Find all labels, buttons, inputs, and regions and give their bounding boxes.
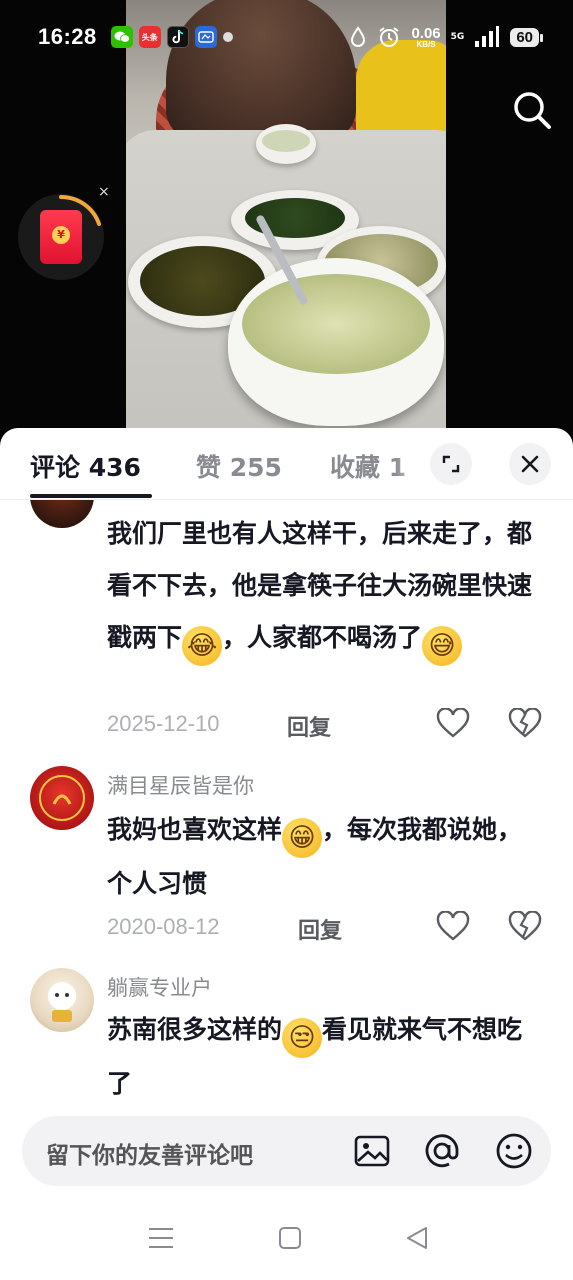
comment-date: 2020-08-12 bbox=[107, 914, 220, 939]
signal-icon bbox=[475, 26, 500, 47]
status-right: 0.06 KB/S 5G 60 bbox=[349, 25, 543, 49]
like-heart-icon[interactable] bbox=[436, 708, 470, 738]
system-nav-bar bbox=[0, 1200, 573, 1280]
comment-text: 我们厂里也有人这样干，后来走了，都看不下去，他是拿筷子往大汤碗里快速戳两下 😂 ，人… bbox=[107, 508, 547, 666]
comment-text-part: 苏南很多这样的 bbox=[107, 1015, 283, 1044]
redpacket-button[interactable] bbox=[18, 194, 104, 280]
expand-button[interactable] bbox=[430, 443, 472, 485]
search-icon bbox=[514, 92, 551, 129]
water-drop-icon bbox=[351, 26, 366, 47]
comment-item: 我们厂里也有人这样干，后来走了，都看不下去，他是拿筷子往大汤碗里快速戳两下 😂 ，人… bbox=[0, 500, 573, 764]
comment-date: 2025-12-10 bbox=[107, 711, 220, 736]
close-button[interactable] bbox=[509, 443, 551, 485]
avatar[interactable] bbox=[30, 766, 94, 830]
tiktok-icon bbox=[166, 26, 189, 48]
search-button[interactable] bbox=[510, 88, 554, 132]
notification-icons: 头条 bbox=[110, 26, 233, 48]
status-time: 16:28 bbox=[38, 24, 97, 49]
redpacket-close-button[interactable]: × bbox=[98, 184, 110, 200]
unamused-emoji: 😒 bbox=[282, 1018, 323, 1058]
redpacket-icon bbox=[40, 210, 82, 264]
battery-indicator: 60 bbox=[510, 27, 543, 47]
status-bar: 16:28 头条 0.06 KB/S 5G 60 bbox=[0, 0, 573, 74]
tabs-fade bbox=[395, 438, 430, 493]
comment-text-part: 我妈也喜欢这样 bbox=[107, 815, 283, 844]
dislike-broken-heart-icon[interactable] bbox=[508, 911, 542, 941]
network-speed-unit: KB/S bbox=[416, 39, 436, 49]
comment-username[interactable]: 满目星辰皆是你 bbox=[107, 770, 254, 800]
comment-text: 苏南很多这样的 😒 看见就来气不想吃了 bbox=[107, 1004, 547, 1100]
avatar[interactable] bbox=[30, 500, 94, 528]
mention-at-icon[interactable] bbox=[422, 1131, 462, 1171]
network-speed: 0.06 KB/S bbox=[411, 26, 440, 49]
like-heart-icon[interactable] bbox=[436, 911, 470, 941]
comment-username[interactable]: 躺赢专业户 bbox=[107, 972, 212, 1002]
avatar-image bbox=[39, 775, 85, 821]
alarm-icon bbox=[379, 27, 400, 47]
app-icon bbox=[194, 26, 217, 48]
toutiao-icon: 头条 bbox=[138, 26, 161, 48]
comment-input[interactable]: 留下你的友善评论吧 bbox=[22, 1116, 551, 1186]
comment-list[interactable]: 我们厂里也有人这样干，后来走了，都看不下去，他是拿筷子往大汤碗里快速戳两下 😂 ，人… bbox=[0, 500, 573, 1100]
sweat-grin-emoji: 😅 bbox=[422, 626, 463, 666]
video-player[interactable]: 16:28 头条 0.06 KB/S 5G 60 ¥ × bbox=[0, 0, 573, 440]
comment-input-placeholder: 留下你的友善评论吧 bbox=[46, 1143, 253, 1169]
network-speed-value: 0.06 bbox=[411, 24, 441, 42]
comment-tabs: 评论 436 赞 255 收藏 1 bbox=[0, 428, 573, 500]
video-soup-bowl bbox=[228, 258, 444, 426]
dot-icon bbox=[222, 32, 233, 42]
close-icon bbox=[521, 455, 539, 473]
home-square-icon[interactable] bbox=[278, 1226, 302, 1250]
avatar-image bbox=[48, 982, 76, 1022]
wechat-icon bbox=[110, 26, 133, 48]
reply-button[interactable]: 回复 bbox=[298, 913, 342, 945]
video-small-bowl bbox=[256, 124, 316, 164]
avatar[interactable] bbox=[30, 968, 94, 1032]
network-type: 5G bbox=[450, 32, 465, 42]
tab-likes[interactable]: 赞 255 bbox=[196, 448, 282, 484]
comment-text: 我妈也喜欢这样 😁 ，每次我都说她，个人习惯 bbox=[107, 804, 547, 910]
image-icon[interactable] bbox=[352, 1131, 392, 1171]
dislike-broken-heart-icon[interactable] bbox=[508, 708, 542, 738]
reply-button[interactable]: 回复 bbox=[287, 710, 331, 742]
emoji-icon[interactable] bbox=[494, 1131, 534, 1171]
comments-panel: 评论 436 赞 255 收藏 1 我们厂里也有人这样干，后来走了，都看不下去，… bbox=[0, 428, 573, 1280]
grin-emoji: 😁 bbox=[282, 818, 323, 858]
expand-icon bbox=[442, 455, 460, 473]
comment-item: 躺赢专业户 苏南很多这样的 😒 看见就来气不想吃了 bbox=[0, 966, 573, 1100]
back-triangle-icon[interactable] bbox=[405, 1226, 429, 1250]
comment-item: 满目星辰皆是你 我妈也喜欢这样 😁 ，每次我都说她，个人习惯 2020-08-12 … bbox=[0, 762, 573, 962]
comment-text-part: ，人家都不喝汤了 bbox=[222, 623, 423, 652]
tab-underline bbox=[30, 494, 152, 498]
tab-comments[interactable]: 评论 436 bbox=[30, 448, 141, 484]
menu-icon[interactable] bbox=[148, 1226, 174, 1250]
laugh-cry-emoji: 😂 bbox=[182, 626, 223, 666]
